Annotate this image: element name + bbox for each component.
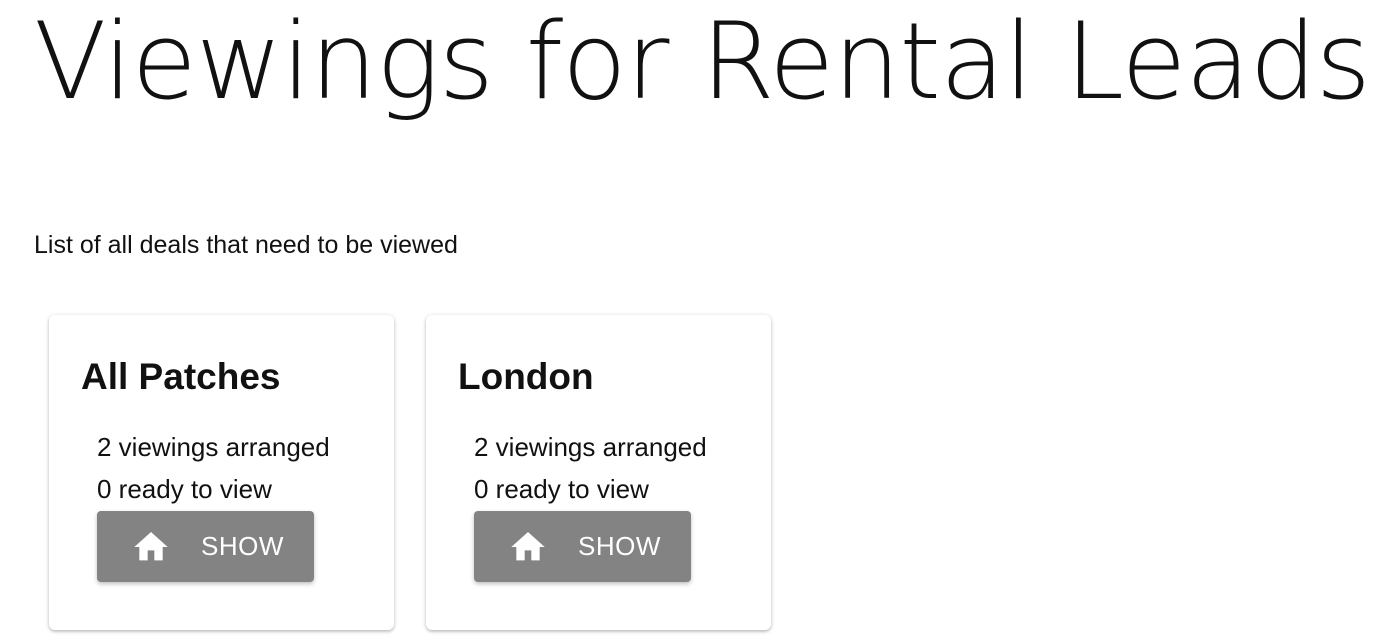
- show-button[interactable]: SHOW: [474, 511, 691, 582]
- page-subtitle: List of all deals that need to be viewed: [34, 231, 458, 259]
- viewings-arranged-count: 2 viewings arranged: [97, 432, 330, 462]
- patch-cards: All Patches 2 viewings arranged 0 ready …: [49, 315, 771, 630]
- card-title: London: [458, 356, 594, 397]
- patch-card-london: London 2 viewings arranged 0 ready to vi…: [426, 315, 771, 630]
- page: Viewings for Rental Leads List of all de…: [0, 0, 1380, 644]
- card-title: All Patches: [81, 356, 281, 397]
- patch-card-all-patches: All Patches 2 viewings arranged 0 ready …: [49, 315, 394, 630]
- show-button-label: SHOW: [201, 531, 284, 561]
- ready-to-view-count: 0 ready to view: [474, 474, 649, 504]
- show-button-label: SHOW: [578, 531, 661, 561]
- show-button[interactable]: SHOW: [97, 511, 314, 582]
- viewings-arranged-count: 2 viewings arranged: [474, 432, 707, 462]
- home-icon: [508, 527, 548, 567]
- page-title: Viewings for Rental Leads: [34, 0, 1371, 123]
- home-icon: [131, 527, 171, 567]
- ready-to-view-count: 0 ready to view: [97, 474, 272, 504]
